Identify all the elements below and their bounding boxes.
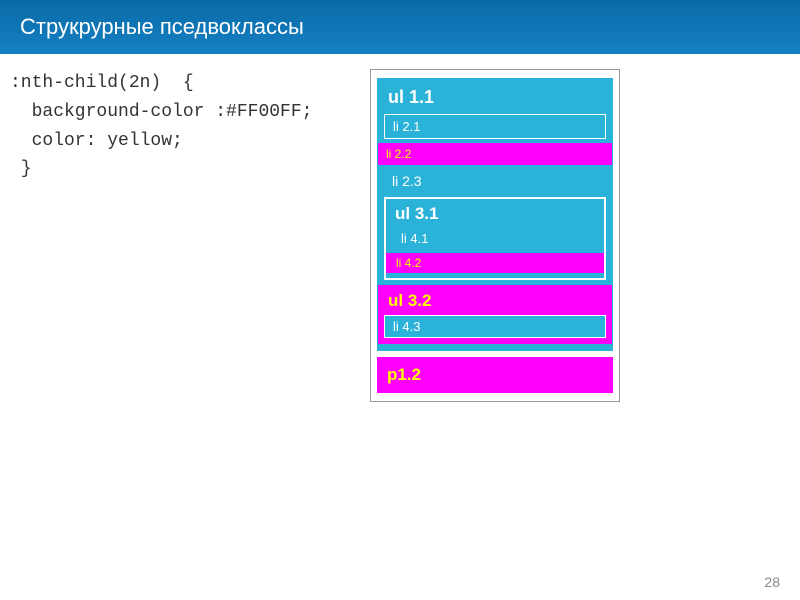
ul-1-1-block: ul 1.1 li 2.1 li 2.2 li 2.3 ul 3.1 li 4.…: [377, 78, 613, 351]
ul-3-2-label: ul 3.2: [384, 291, 606, 315]
ul-1-1-label: ul 1.1: [384, 85, 606, 114]
p-1-2: p1.2: [377, 357, 613, 393]
li-4-1: li 4.1: [391, 228, 599, 249]
content-area: :nth-child(2n) { background-color :#FF00…: [0, 54, 800, 417]
diagram-box: ul 1.1 li 2.1 li 2.2 li 2.3 ul 3.1 li 4.…: [370, 69, 620, 402]
code-block: :nth-child(2n) { background-color :#FF00…: [10, 69, 350, 402]
li-2-2: li 2.2: [378, 143, 612, 165]
code-line-1: :nth-child(2n) {: [10, 73, 194, 93]
li-4-3: li 4.3: [384, 315, 606, 338]
ul-3-1-label: ul 3.1: [391, 204, 599, 228]
slide-title: Струкрурные пседвоклассы: [0, 0, 800, 54]
li-2-1: li 2.1: [384, 114, 606, 139]
li-4-2: li 4.2: [386, 253, 604, 273]
code-line-2: background-color :#FF00FF;: [10, 102, 312, 122]
li-2-3: li 2.3: [384, 169, 606, 193]
ul-3-1-block: ul 3.1 li 4.1 li 4.2: [384, 197, 606, 280]
code-line-3: color: yellow;: [10, 131, 183, 151]
code-line-4: }: [10, 159, 32, 179]
page-number: 28: [764, 574, 780, 590]
ul-3-2-block: ul 3.2 li 4.3: [378, 285, 612, 344]
